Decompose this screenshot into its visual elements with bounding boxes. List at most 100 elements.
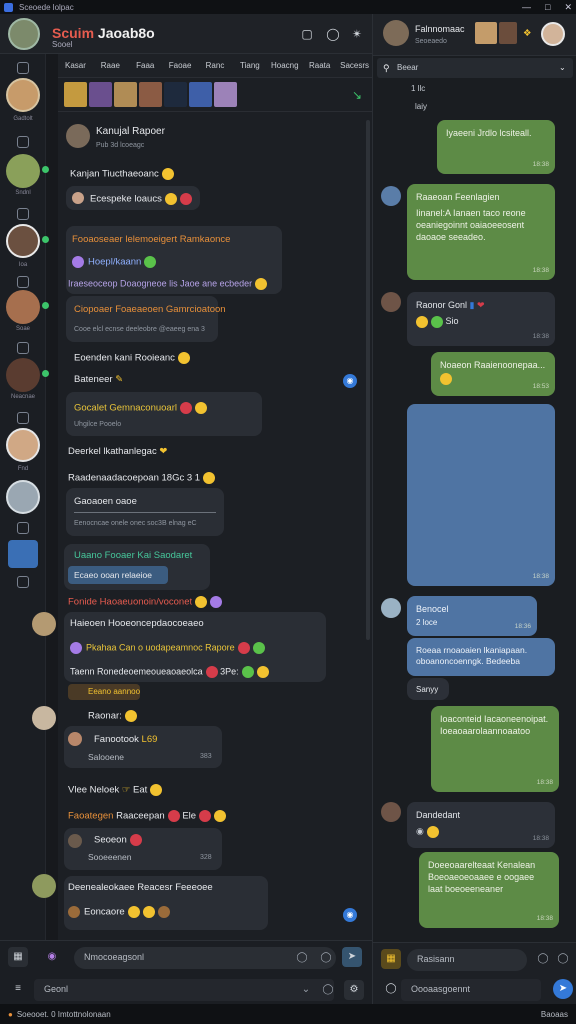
tab[interactable]: Raae [93, 61, 128, 70]
tab[interactable]: Tiang [232, 61, 267, 70]
avatar[interactable] [541, 22, 565, 46]
chevron-down-icon[interactable]: ⌄ [559, 63, 566, 72]
message-bubble[interactable]: Doeeoaarelteaat Kenalean Boeoaeoeoaaee e… [419, 852, 559, 928]
right-message-input[interactable]: Rasisann [407, 949, 527, 971]
right-search-input[interactable]: Beear [377, 58, 573, 78]
avatar[interactable] [381, 186, 401, 206]
attach-icon[interactable]: ◯ [553, 949, 573, 969]
message-bubble[interactable]: Iyaeeni Jrdlo lcsiteall. 18:38 [437, 120, 555, 174]
avatar[interactable] [383, 20, 409, 46]
tab[interactable]: Sacesrs [337, 61, 372, 70]
tab[interactable]: Faaa [128, 61, 163, 70]
right-search-field[interactable]: Oooaasgoennt [401, 979, 541, 1001]
avatar[interactable] [6, 224, 40, 258]
message-bubble[interactable]: Benocel 2 loce 18:36 [407, 596, 537, 636]
avatar[interactable] [6, 154, 40, 188]
sticker-icon[interactable]: ▦ [381, 949, 401, 969]
mic-icon[interactable]: ◯ [318, 980, 338, 1000]
home-icon[interactable] [17, 136, 29, 148]
sticker-icon[interactable]: ◉ [42, 947, 62, 967]
media-thumb[interactable] [89, 82, 112, 107]
tab[interactable]: Kasar [58, 61, 93, 70]
message-bubble[interactable]: Roeaa rnoaoaien lkaniapaan. oboanoncoenn… [407, 638, 555, 676]
avatar[interactable] [66, 124, 90, 148]
avatar[interactable] [6, 290, 40, 324]
avatar[interactable] [32, 874, 56, 898]
reaction-badge[interactable]: ◉ [343, 374, 357, 388]
message-bubble[interactable] [64, 828, 222, 870]
send-icon[interactable]: ➤ [342, 947, 362, 967]
tab[interactable]: Faoae [163, 61, 198, 70]
active-chat-icon[interactable] [8, 540, 38, 568]
status-icon: ● [8, 1009, 13, 1019]
feed-scrollbar[interactable] [366, 120, 370, 640]
emoji-icon[interactable]: ◯ [294, 948, 310, 964]
message-bubble[interactable]: Raaeoan Feenlagien Iinanel:A Ianaen taco… [407, 184, 555, 280]
send-icon[interactable]: ➤ [553, 979, 573, 999]
close-icon[interactable]: ✕ [564, 2, 572, 13]
media-bubble[interactable]: 18:38 [407, 404, 555, 586]
tab[interactable]: Ranc [198, 61, 233, 70]
message-bubble[interactable] [66, 296, 218, 342]
message-text: Fanootook L69 [94, 734, 158, 745]
avatar[interactable] [6, 78, 40, 112]
message-text: Ioaconteid Iacaoneenoipat. Ioeaoaarolaan… [440, 714, 549, 737]
message-text: Noaeon Raaienoonepaa... [440, 360, 546, 370]
folder-icon[interactable] [17, 208, 29, 220]
media-thumb[interactable] [499, 22, 517, 44]
edit-icon[interactable] [17, 62, 29, 74]
media-thumb[interactable] [64, 82, 87, 107]
more-icon[interactable]: ⚙ [344, 980, 364, 1000]
avatar[interactable] [8, 18, 40, 50]
settings-icon[interactable] [17, 412, 29, 424]
message-text: Eoncaore [68, 906, 170, 918]
chat-icon[interactable]: ▢ [300, 27, 314, 41]
maximize-icon[interactable]: □ [545, 2, 550, 13]
media-thumb[interactable] [189, 82, 212, 107]
attach-icon[interactable]: ◯ [318, 948, 334, 964]
message-bubble[interactable]: Sanyy [407, 678, 449, 700]
more-icon[interactable] [17, 576, 29, 588]
avatar[interactable] [6, 358, 40, 392]
media-thumb[interactable] [475, 22, 497, 44]
call-icon[interactable]: ◯ [326, 27, 340, 41]
avatar[interactable] [32, 612, 56, 636]
message-text: Faoategen Raaceepan Ele [68, 810, 227, 822]
list-icon[interactable] [17, 522, 29, 534]
avatar[interactable] [381, 292, 401, 312]
star-icon[interactable]: ❖ [523, 28, 532, 39]
media-thumb[interactable] [164, 82, 187, 107]
add-icon[interactable]: ◯ [381, 979, 401, 999]
avatar[interactable] [6, 428, 40, 462]
minimize-icon[interactable]: — [522, 2, 531, 13]
emoji-icon[interactable]: ◯ [533, 949, 553, 969]
reaction-badge[interactable]: ◉ [343, 908, 357, 922]
message-meta: Cooe elcl ecnse deeleobre @eaeeg ena 3 [74, 326, 205, 333]
sender-name: Raaeoan Feenlagien [416, 192, 500, 202]
message-bubble[interactable]: Dandedant ◉ 18:38 [407, 802, 555, 848]
message-text: Kanjan Tiucthaeoanc [70, 168, 174, 180]
message-text: Deenealeokaee Reacesr Feeeoee [68, 882, 213, 893]
avatar[interactable] [381, 598, 401, 618]
bookmark-icon[interactable] [17, 342, 29, 354]
down-icon[interactable]: ⌄ [296, 980, 316, 1000]
menu-icon[interactable]: ≡ [8, 979, 28, 999]
pin-icon[interactable]: ✴ [350, 27, 364, 41]
tab[interactable]: Hoacng [267, 61, 302, 70]
tab[interactable]: Raata [302, 61, 337, 70]
right-header: Falnnomaac Seoeaedo ❖ [373, 14, 576, 56]
media-thumb[interactable] [114, 82, 137, 107]
image-icon[interactable] [17, 276, 29, 288]
message-bubble[interactable]: Noaeon Raaienoonepaa... 18:53 [431, 352, 555, 396]
gallery-icon[interactable]: ▦ [8, 947, 28, 967]
avatar[interactable] [32, 706, 56, 730]
message-bubble[interactable] [66, 392, 262, 436]
media-thumb[interactable] [214, 82, 237, 107]
search-input[interactable]: Geonl [34, 979, 334, 1001]
message-bubble[interactable]: Raonor Gonl ▮ ❤ Sio 18:38 [407, 292, 555, 346]
expand-icon[interactable]: ↘ [352, 88, 362, 102]
avatar[interactable] [381, 802, 401, 822]
avatar[interactable] [6, 480, 40, 514]
media-thumb[interactable] [139, 82, 162, 107]
message-bubble[interactable]: Ioaconteid Iacaoneenoipat. Ioeaoaarolaan… [431, 706, 559, 792]
